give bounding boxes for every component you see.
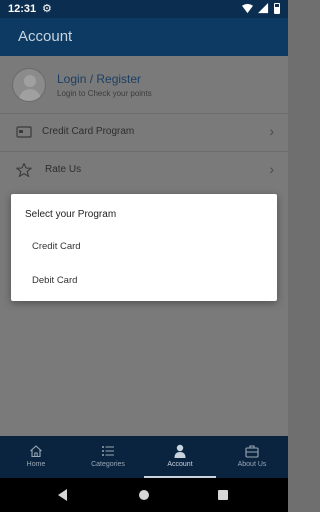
menu-item-rate-us[interactable]: Rate Us ›: [0, 152, 288, 189]
back-icon[interactable]: [58, 489, 67, 501]
nav-label: Home: [26, 461, 46, 468]
gear-icon: ⚙: [42, 3, 52, 15]
login-subtitle: Login to Check your points: [57, 89, 152, 98]
nav-categories[interactable]: Categories: [72, 436, 144, 478]
signal-icon: [258, 3, 269, 14]
credit-card-icon: [16, 126, 32, 138]
person-icon: [174, 444, 186, 458]
list-icon: [102, 446, 114, 456]
status-icons: [242, 3, 280, 14]
status-bar: 12:31 ⚙: [0, 0, 288, 18]
menu-item-label: Rate Us: [45, 164, 82, 175]
login-register-link[interactable]: Login / Register: [57, 72, 141, 86]
menu-item-label: Credit Card Program: [42, 126, 135, 137]
nav-label: Account: [167, 461, 193, 468]
home-icon: [30, 445, 42, 458]
battery-icon: [274, 3, 280, 14]
login-row[interactable]: Login / Register Login to Check your poi…: [0, 56, 288, 114]
wifi-icon: [242, 3, 253, 14]
star-icon: [16, 163, 32, 177]
briefcase-icon: [245, 445, 259, 458]
nav-label: About Us: [237, 461, 267, 468]
option-debit-card[interactable]: Debit Card: [11, 267, 277, 295]
avatar: [12, 68, 46, 102]
nav-account[interactable]: Account: [144, 436, 216, 478]
option-label: Credit Card: [32, 241, 81, 252]
app-bar: Account: [0, 18, 288, 56]
select-program-dialog: Select your Program Credit Card Debit Ca…: [11, 194, 277, 301]
option-credit-card[interactable]: Credit Card: [11, 233, 277, 261]
page-title: Account: [18, 28, 73, 45]
nav-about-us[interactable]: About Us: [216, 436, 288, 478]
home-circle-icon[interactable]: [139, 490, 149, 500]
nav-label: Categories: [91, 461, 125, 468]
system-nav-bar: [0, 478, 288, 512]
recents-icon[interactable]: [218, 490, 228, 500]
chevron-right-icon: ›: [269, 161, 274, 177]
dialog-title: Select your Program: [25, 209, 117, 220]
status-time: 12:31: [8, 3, 37, 15]
menu-item-credit-card-program[interactable]: Credit Card Program ›: [0, 114, 288, 151]
chevron-right-icon: ›: [269, 123, 274, 139]
bottom-nav: Home Categories Account About Us: [0, 436, 288, 478]
option-label: Debit Card: [32, 275, 78, 286]
nav-home[interactable]: Home: [0, 436, 72, 478]
